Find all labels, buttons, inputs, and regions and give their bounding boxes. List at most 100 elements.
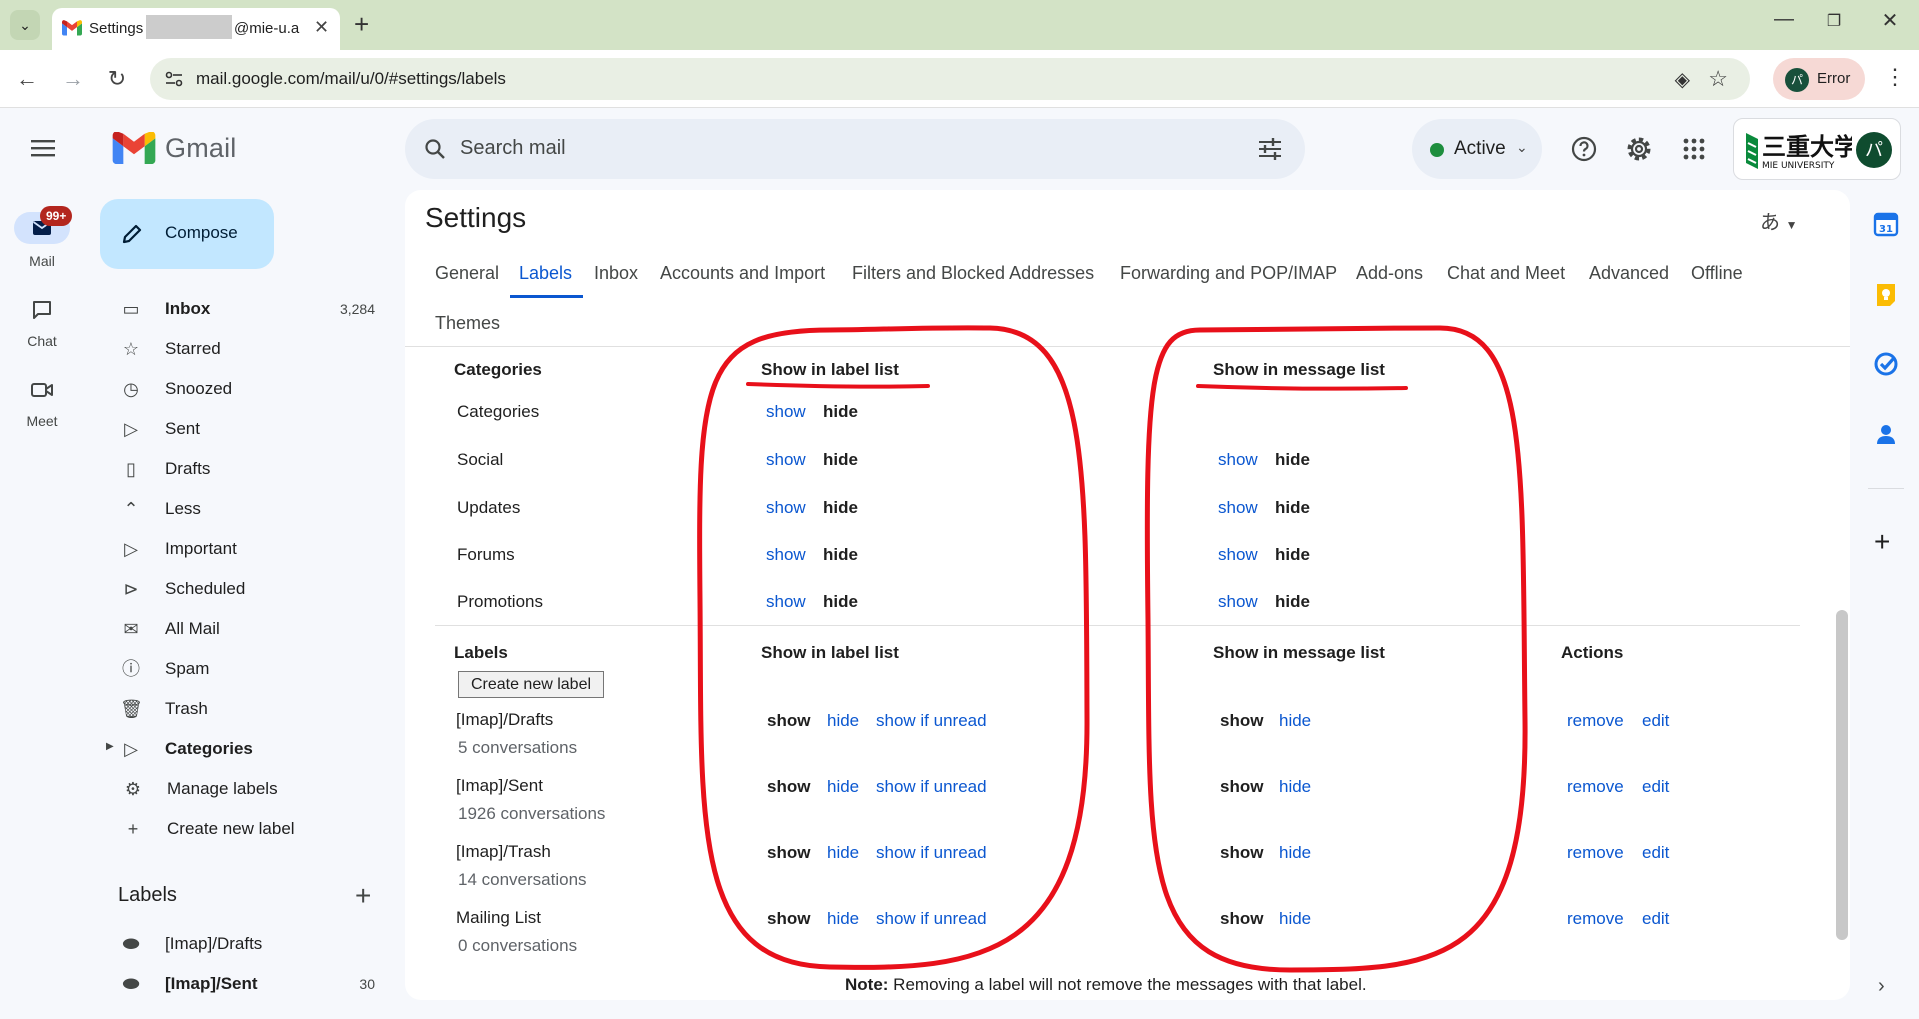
label-list-show-if-unread-link[interactable]: show if unread <box>876 711 987 731</box>
restore-button[interactable]: ❐ <box>1814 11 1854 31</box>
back-button[interactable]: ← <box>10 62 44 96</box>
search-bar[interactable]: Search mail <box>405 119 1305 179</box>
sidebar-item-snoozed[interactable]: ◷ Snoozed <box>100 369 390 409</box>
forward-button[interactable]: → <box>56 62 90 96</box>
url-text[interactable]: mail.google.com/mail/u/0/#settings/label… <box>196 69 506 89</box>
bookmark-star-icon[interactable]: ☆ <box>1708 66 1728 92</box>
tab-offline[interactable]: Offline <box>1691 263 1743 284</box>
sidebar-item-important[interactable]: ▷ Important <box>100 529 390 569</box>
sidebar-item-sent[interactable]: ▷ Sent <box>100 409 390 449</box>
new-tab-button[interactable]: + <box>354 10 369 38</box>
label-list-show-link[interactable]: show <box>766 450 806 470</box>
sidebar-item-starred[interactable]: ☆ Starred <box>100 329 390 369</box>
tab-search-button[interactable]: ⌄ <box>10 10 40 40</box>
tab-accounts-import[interactable]: Accounts and Import <box>660 263 825 284</box>
message-list-hide-link[interactable]: hide <box>1279 843 1311 863</box>
tasks-icon[interactable] <box>1872 350 1900 378</box>
browser-tab[interactable]: Settings @mie-u.a ✕ <box>52 8 340 50</box>
reload-button[interactable]: ↻ <box>100 62 134 96</box>
sidebar-label-imap-drafts[interactable]: ⬬ [Imap]/Drafts <box>100 924 390 964</box>
label-list-show-link[interactable]: show <box>766 592 806 612</box>
tab-chat-meet[interactable]: Chat and Meet <box>1447 263 1565 284</box>
label-list-show-link[interactable]: show <box>766 402 806 422</box>
tab-inbox[interactable]: Inbox <box>594 263 638 284</box>
calendar-icon[interactable]: 31 <box>1872 210 1900 238</box>
minimize-button[interactable]: — <box>1764 8 1804 31</box>
label-list-hide-link[interactable]: hide <box>827 843 859 863</box>
remove-label-link[interactable]: remove <box>1567 909 1624 929</box>
add-label-plus-icon[interactable]: + <box>355 880 371 912</box>
sidebar-item-categories[interactable]: ▶ ▷ Categories <box>100 729 390 769</box>
status-dropdown[interactable]: Active ⌄ <box>1412 119 1542 179</box>
help-icon[interactable] <box>1569 134 1599 164</box>
sidebar-item-inbox[interactable]: ▭ Inbox 3,284 <box>100 289 390 329</box>
edit-label-link[interactable]: edit <box>1642 777 1669 797</box>
apps-grid-icon[interactable] <box>1679 134 1709 164</box>
profile-error-chip[interactable]: パ Error <box>1773 58 1865 100</box>
browser-menu-icon[interactable]: ⋮ <box>1884 64 1906 90</box>
remove-label-link[interactable]: remove <box>1567 711 1624 731</box>
edit-label-link[interactable]: edit <box>1642 711 1669 731</box>
sidebar-label-imap-sent[interactable]: ⬬ [Imap]/Sent 30 <box>100 964 390 1004</box>
message-list-show-link[interactable]: show <box>1218 592 1258 612</box>
search-options-icon[interactable] <box>1257 137 1283 161</box>
message-list-hide-link[interactable]: hide <box>1279 777 1311 797</box>
edit-label-link[interactable]: edit <box>1642 843 1669 863</box>
sidebar-item-trash[interactable]: 🗑 Trash <box>100 689 390 729</box>
message-list-hide-link[interactable]: hide <box>1279 711 1311 731</box>
label-list-show-link[interactable]: show <box>766 498 806 518</box>
extension-icon[interactable]: ◈ <box>1675 67 1690 92</box>
remove-label-link[interactable]: remove <box>1567 777 1624 797</box>
message-list-show-link[interactable]: show <box>1218 545 1258 565</box>
sidebar-item-spam[interactable]: ⓘ Spam <box>100 649 390 689</box>
expand-arrow-icon[interactable]: ▶ <box>106 741 114 752</box>
remove-label-link[interactable]: remove <box>1567 843 1624 863</box>
close-window-button[interactable]: ✕ <box>1870 8 1910 33</box>
get-addons-plus-icon[interactable]: + <box>1874 526 1890 558</box>
edit-label-link[interactable]: edit <box>1642 909 1669 929</box>
search-input[interactable]: Search mail <box>460 137 566 160</box>
label-list-hide-link[interactable]: hide <box>827 711 859 731</box>
create-new-label-button[interactable]: Create new label <box>458 671 604 698</box>
panel-scrollbar[interactable] <box>1836 610 1848 940</box>
tab-add-ons[interactable]: Add-ons <box>1356 263 1423 284</box>
rail-meet-label[interactable]: Meet <box>14 413 70 429</box>
sidebar-item-all-mail[interactable]: ✉ All Mail <box>100 609 390 649</box>
tab-themes[interactable]: Themes <box>435 313 500 334</box>
keep-icon[interactable] <box>1872 281 1900 309</box>
message-list-show-link[interactable]: show <box>1218 450 1258 470</box>
account-switcher[interactable]: 三重大学 MIE UNIVERSITY パ <box>1733 118 1901 180</box>
label-list-hide-link[interactable]: hide <box>827 909 859 929</box>
tab-forwarding[interactable]: Forwarding and POP/IMAP <box>1120 263 1337 284</box>
label-list-show-if-unread-link[interactable]: show if unread <box>876 909 987 929</box>
label-list-show-if-unread-link[interactable]: show if unread <box>876 777 987 797</box>
sidebar-item-create-label[interactable]: + Create new label <box>100 809 390 849</box>
tab-filters[interactable]: Filters and Blocked Addresses <box>852 263 1094 284</box>
sidebar-item-less[interactable]: ⌃ Less <box>100 489 390 529</box>
tab-close-icon[interactable]: ✕ <box>314 17 329 38</box>
meet-icon[interactable] <box>30 380 54 400</box>
contacts-icon[interactable] <box>1872 420 1900 448</box>
search-icon[interactable] <box>423 137 447 161</box>
main-menu-icon[interactable] <box>28 136 58 160</box>
site-info-icon[interactable] <box>164 69 184 89</box>
label-list-show-selected: show <box>767 711 811 730</box>
label-list-hide-link[interactable]: hide <box>827 777 859 797</box>
compose-button[interactable]: Compose <box>100 199 274 269</box>
hide-side-panel-chevron-icon[interactable]: › <box>1878 975 1885 998</box>
label-list-show-link[interactable]: show <box>766 545 806 565</box>
tab-general[interactable]: General <box>435 263 499 284</box>
sidebar-item-manage-labels[interactable]: ⚙ Manage labels <box>100 769 390 809</box>
chat-icon[interactable] <box>31 299 53 321</box>
label-list-show-if-unread-link[interactable]: show if unread <box>876 843 987 863</box>
sidebar-item-drafts[interactable]: ▯ Drafts <box>100 449 390 489</box>
input-tools-button[interactable]: あ ▼ <box>1760 206 1797 235</box>
address-bar[interactable]: mail.google.com/mail/u/0/#settings/label… <box>150 58 1750 100</box>
rail-chat-label[interactable]: Chat <box>14 333 70 349</box>
message-list-hide-link[interactable]: hide <box>1279 909 1311 929</box>
gear-icon[interactable] <box>1624 134 1654 164</box>
tab-advanced[interactable]: Advanced <box>1589 263 1669 284</box>
tab-labels[interactable]: Labels <box>519 263 572 284</box>
sidebar-item-scheduled[interactable]: ⊳ Scheduled <box>100 569 390 609</box>
message-list-show-link[interactable]: show <box>1218 498 1258 518</box>
